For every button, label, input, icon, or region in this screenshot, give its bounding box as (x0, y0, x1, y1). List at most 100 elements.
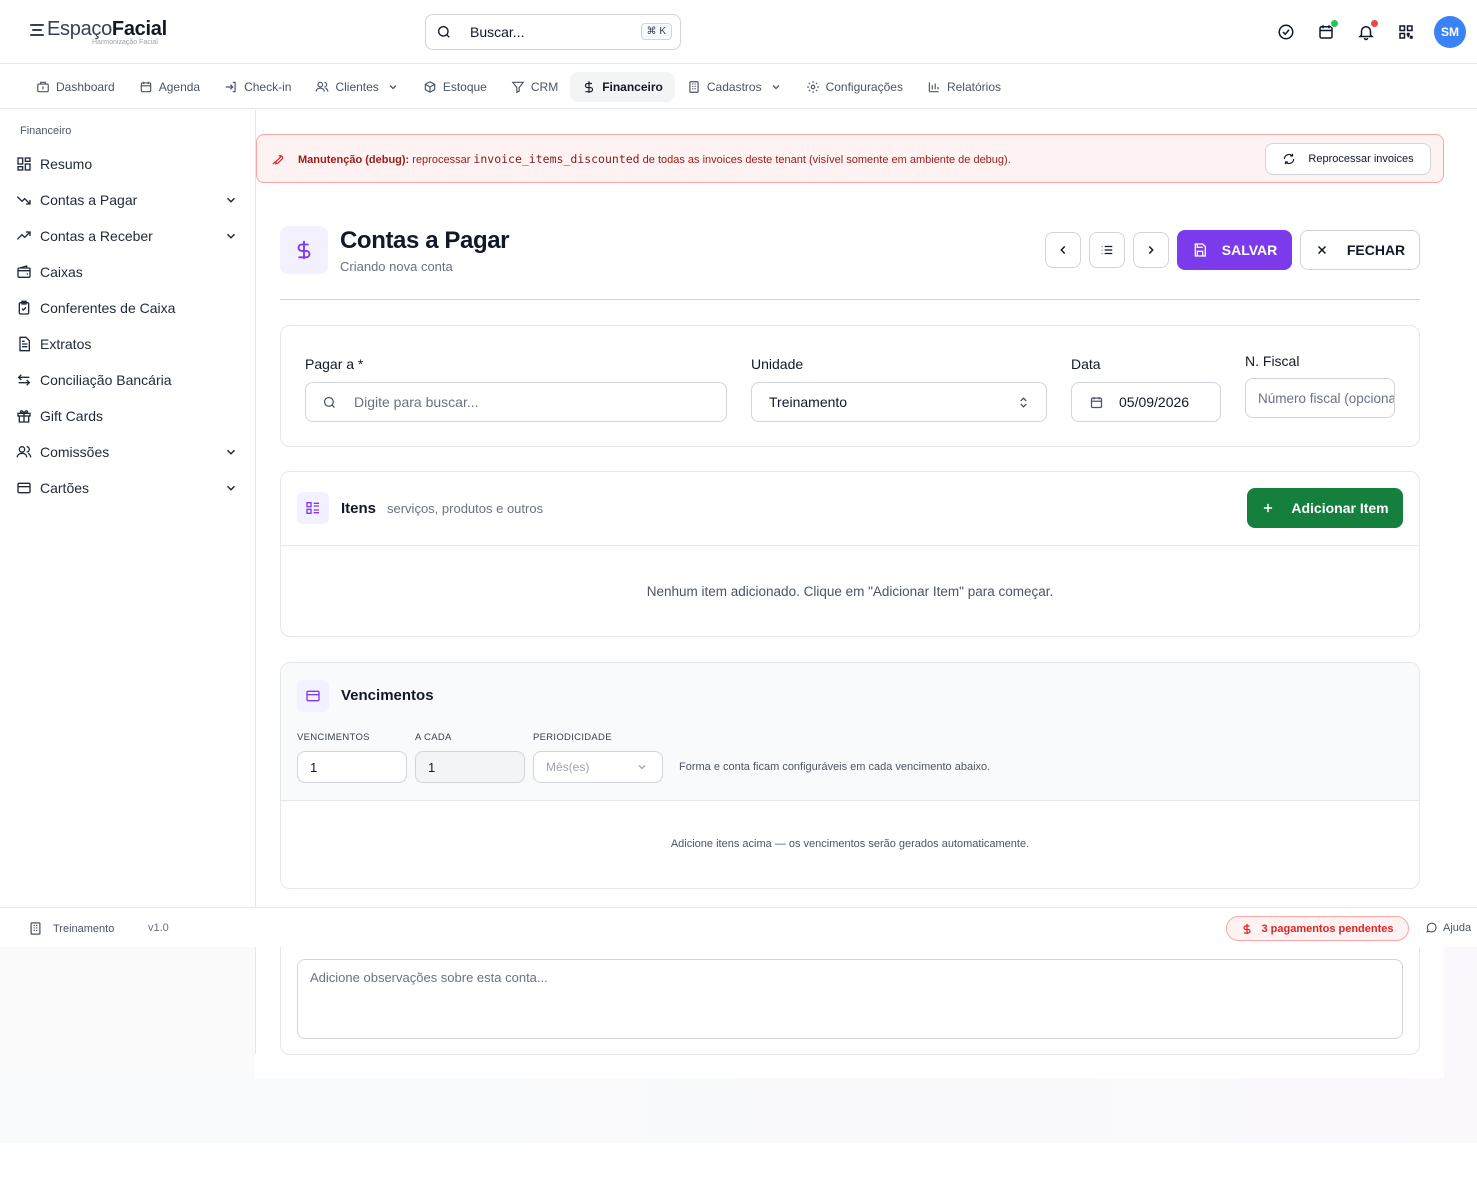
search-shortcut: ⌘ K (640, 23, 672, 40)
title-divider (280, 299, 1420, 300)
sidebar-item-contas-receber[interactable]: Contas a Receber (16, 224, 240, 248)
sidebar-item-label: Conferentes de Caixa (40, 300, 176, 316)
add-item-button[interactable]: Adicionar Item (1247, 488, 1403, 528)
fiscal-number-input[interactable]: Número fiscal (opcional) (1245, 378, 1395, 418)
building-icon (689, 80, 699, 93)
a-cada-input[interactable]: 1 (415, 751, 525, 783)
chat-bubble-icon (1426, 922, 1437, 933)
refresh-icon (1284, 153, 1295, 165)
fiscal-label: N. Fiscal (1245, 353, 1300, 369)
chevron-right-icon (1148, 245, 1154, 255)
nav-label: Estoque (442, 79, 487, 94)
sidebar-item-caixas[interactable]: Caixas (16, 260, 240, 284)
pending-payments-badge[interactable]: 3 pagamentos pendentes (1226, 916, 1409, 941)
sidebar-item-label: Comissões (40, 444, 110, 460)
global-search[interactable]: Buscar... ⌘ K (425, 14, 681, 50)
sidebar-item-contas-pagar[interactable]: Contas a Pagar (16, 188, 240, 212)
background-area (0, 946, 255, 1078)
plus-icon (1264, 503, 1273, 513)
nav-relatorios[interactable]: Relatórios (915, 72, 1013, 102)
status-dot-green (1330, 19, 1339, 28)
nav-checkin[interactable]: Check-in (212, 72, 303, 102)
periodicidade-select[interactable]: Mês(es) (533, 751, 663, 783)
users-icon (316, 81, 329, 92)
observations-textarea[interactable]: Adicione observações sobre esta conta... (297, 959, 1403, 1039)
reprocess-invoices-button[interactable]: Reprocessar invoices (1265, 143, 1431, 175)
unidade-label: Unidade (751, 356, 804, 372)
background-area (0, 1078, 1477, 1143)
pagar-a-input[interactable]: Digite para buscar... (305, 382, 727, 422)
items-section-icon (297, 492, 329, 524)
vencimentos-count-label: VENCIMENTOS (297, 732, 370, 743)
status-bar: Treinamento v1.0 3 pagamentos pendentes … (0, 907, 1477, 947)
a-cada-label: A CADA (415, 732, 452, 743)
trend-down-icon (16, 196, 31, 205)
nav-configuracoes[interactable]: Configurações (794, 72, 915, 102)
credit-card-icon (306, 690, 320, 702)
close-button[interactable]: FECHAR (1300, 230, 1420, 270)
qr-code-icon[interactable] (1395, 21, 1417, 43)
nav-agenda[interactable]: Agenda (127, 72, 212, 102)
sidebar-item-label: Cartões (40, 480, 90, 496)
chevron-left-icon (1060, 245, 1066, 255)
sidebar-border (255, 946, 256, 1054)
nav-label: Cadastros (706, 79, 762, 94)
user-avatar[interactable]: SM (1434, 16, 1466, 48)
page-subtitle: Criando nova conta (340, 259, 453, 274)
section-divider (281, 545, 1419, 546)
sidebar-item-label: Extratos (40, 336, 92, 352)
sidebar-item-label: Contas a Receber (40, 228, 153, 244)
sidebar-item-extratos[interactable]: Extratos (16, 332, 240, 356)
sidebar-item-conferentes[interactable]: Conferentes de Caixa (16, 296, 240, 320)
sidebar-item-label: Contas a Pagar (40, 192, 138, 208)
current-unit[interactable]: Treinamento (28, 921, 114, 936)
bell-icon[interactable] (1355, 19, 1379, 43)
box-icon (424, 80, 436, 93)
previous-button[interactable] (1045, 232, 1081, 268)
nav-financeiro[interactable]: Financeiro (570, 71, 675, 102)
nav-cadastros[interactable]: Cadastros (675, 72, 794, 102)
vencimentos-empty-message: Adicione itens acima — os vencimentos se… (670, 838, 1030, 850)
items-card: Itens serviços, produtos e outros Adicio… (280, 471, 1420, 637)
grid-icon (17, 157, 31, 171)
nav-clientes[interactable]: Clientes (303, 72, 410, 102)
login-icon (225, 81, 236, 92)
items-subtitle: serviços, produtos e outros (387, 501, 544, 516)
sidebar-item-label: Caixas (40, 264, 83, 280)
nav-dashboard[interactable]: Dashboard (24, 72, 127, 102)
sidebar-item-gift-cards[interactable]: Gift Cards (16, 404, 240, 428)
chevron-down-icon (226, 449, 236, 455)
nav-label: Relatórios (946, 79, 1001, 94)
help-link[interactable]: Ajuda (1425, 921, 1471, 934)
nav-crm[interactable]: CRM (499, 72, 570, 102)
calendar-icon (1090, 396, 1103, 408)
clipboard-check-icon (18, 300, 30, 315)
logo-subtitle: Harmonização Facial (92, 39, 158, 46)
vencimentos-count-input[interactable]: 1 (297, 751, 407, 783)
sidebar-item-conciliacao[interactable]: Conciliação Bancária (16, 368, 240, 392)
nav-label: Agenda (158, 79, 201, 94)
calendar-status-icon[interactable] (1315, 19, 1339, 43)
logo-mark-icon (30, 21, 46, 37)
next-button[interactable] (1133, 232, 1169, 268)
save-button[interactable]: SALVAR (1177, 230, 1292, 270)
app-logo[interactable]: EspaçoFacial Harmonização Facial (30, 18, 167, 46)
sidebar-item-comissoes[interactable]: Comissões (16, 440, 240, 464)
sidebar-item-cartoes[interactable]: Cartões (16, 476, 240, 500)
nav-estoque[interactable]: Estoque (411, 72, 499, 102)
list-view-button[interactable] (1089, 232, 1125, 268)
sidebar-item-label: Resumo (40, 156, 93, 172)
dashboard-icon (37, 81, 49, 92)
list-details-icon (306, 502, 319, 514)
top-header: EspaçoFacial Harmonização Facial Buscar.… (0, 0, 1477, 64)
search-icon (323, 396, 335, 408)
nav-label: Dashboard (56, 79, 115, 94)
section-divider (281, 800, 1419, 801)
date-input[interactable]: 05/09/2026 (1071, 382, 1221, 422)
search-icon (438, 26, 450, 38)
bar-chart-icon (928, 81, 939, 92)
observations-card: Adicione observações sobre esta conta... (280, 946, 1420, 1055)
unidade-select[interactable]: Treinamento (751, 382, 1047, 422)
sidebar-item-resumo[interactable]: Resumo (16, 152, 240, 176)
check-circle-icon[interactable] (1275, 21, 1297, 43)
